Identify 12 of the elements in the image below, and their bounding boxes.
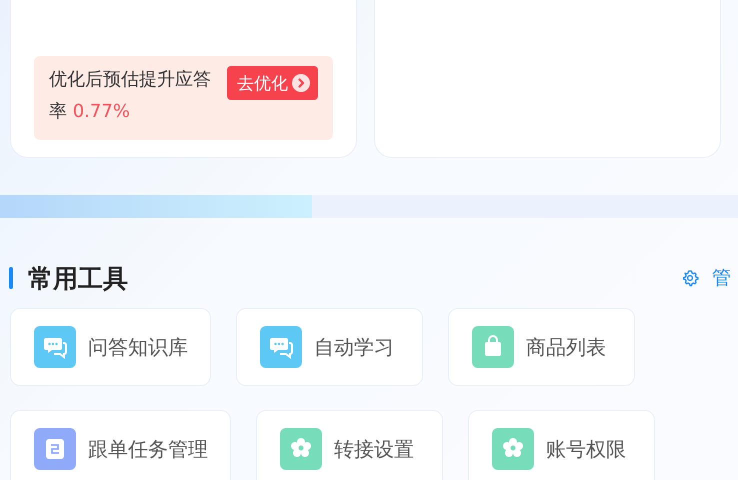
tool-tile[interactable]: 转接设置 — [256, 410, 443, 480]
tool-tile[interactable]: 自动学习 — [236, 308, 423, 386]
tool-tile[interactable]: 商品列表 — [448, 308, 635, 386]
tip-text: 优化后预估提升应答率 0.77% — [49, 68, 212, 124]
section-title: 常用工具 — [28, 262, 128, 294]
tool-tile[interactable]: 跟单任务管理 — [10, 410, 231, 480]
settings-icon[interactable] — [681, 269, 699, 287]
optimize-button[interactable]: 去优化 — [227, 66, 318, 100]
tool-tile[interactable]: 问答知识库 — [10, 308, 211, 386]
accent-bar — [9, 267, 13, 289]
chevron-icon — [292, 74, 310, 92]
tool-tile[interactable]: 账号权限 — [468, 410, 655, 480]
